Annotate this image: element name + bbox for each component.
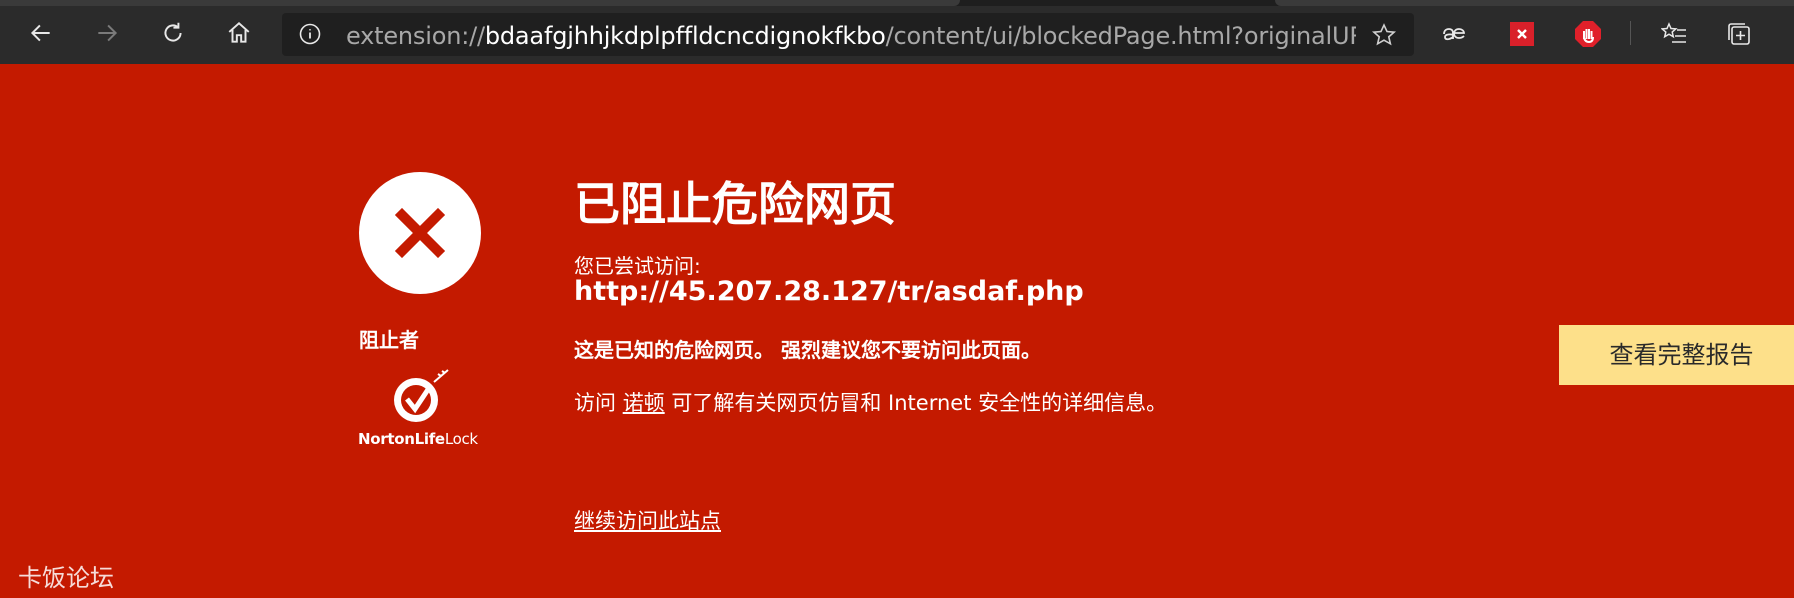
extension-blocker-button[interactable]: [1508, 20, 1536, 48]
warning-text: 这是已知的危险网页。 强烈建议您不要访问此页面。: [574, 338, 1041, 362]
back-button[interactable]: [26, 18, 56, 48]
norton-link[interactable]: 诺顿: [623, 391, 665, 415]
blocked-by-label: 阻止者: [359, 328, 419, 352]
info-suffix: 可了解有关网页仿冒和 Internet 安全性的详细信息。: [664, 391, 1168, 415]
url-text[interactable]: extension://bdaafgjhhjkdplpffldcncdignok…: [346, 23, 1356, 49]
refresh-button[interactable]: [158, 18, 188, 48]
blocked-url: http://45.207.28.127/tr/asdaf.php: [574, 276, 1084, 307]
collections-button[interactable]: [1725, 20, 1753, 48]
tab-current[interactable]: [0, 0, 960, 6]
collections-icon: [1728, 23, 1750, 45]
stop-hand-extension-icon: [1575, 21, 1601, 47]
url-host: bdaafgjhhjkdplpffldcncdignokfkbo: [484, 23, 886, 49]
favorite-star-icon[interactable]: [1371, 22, 1397, 48]
view-full-report-button[interactable]: 查看完整报告: [1559, 325, 1794, 385]
continue-to-site-link[interactable]: 继续访问此站点: [574, 505, 721, 535]
forum-watermark: 卡饭论坛: [18, 564, 114, 592]
red-x-extension-icon: [1510, 22, 1534, 46]
norton-check-icon: [394, 369, 449, 422]
norton-brand-bold: NortonLife: [358, 430, 445, 448]
url-scheme: extension://: [346, 23, 485, 49]
address-bar[interactable]: extension://bdaafgjhhjkdplpffldcncdignok…: [282, 13, 1414, 56]
blocked-error-badge: [359, 172, 481, 294]
extension-adblock-button[interactable]: [1574, 20, 1602, 48]
tab-strip: [0, 0, 1794, 6]
favorites-button[interactable]: [1660, 20, 1688, 48]
extension-ae-button[interactable]: [1440, 20, 1468, 48]
back-arrow-icon: [30, 24, 50, 42]
toolbar-separator: [1630, 21, 1631, 45]
info-icon[interactable]: [298, 22, 322, 46]
forward-button[interactable]: [92, 18, 122, 48]
red-x-icon: [395, 208, 445, 258]
home-button[interactable]: [224, 18, 254, 48]
norton-brand-light: Lock: [444, 430, 478, 448]
forward-arrow-icon: [98, 24, 118, 42]
info-prefix: 访问: [574, 391, 623, 415]
norton-logo: NortonLifeLock: [358, 366, 478, 452]
norton-brand-text: NortonLifeLock: [358, 430, 478, 448]
home-icon: [228, 21, 250, 43]
page-title: 已阻止危险网页: [574, 177, 896, 231]
tab-other[interactable]: [1275, 0, 1794, 6]
refresh-icon: [164, 22, 182, 42]
browser-toolbar: extension://bdaafgjhhjkdplpffldcncdignok…: [0, 0, 1794, 64]
url-path: /content/ui/blockedPage.html?originalURL…: [885, 23, 1356, 49]
tried-label: 您已尝试访问:: [574, 254, 701, 278]
info-text: 访问 诺顿 可了解有关网页仿冒和 Internet 安全性的详细信息。: [574, 387, 1167, 417]
favorites-list-icon: [1661, 22, 1686, 43]
ae-extension-icon: [1443, 28, 1465, 41]
